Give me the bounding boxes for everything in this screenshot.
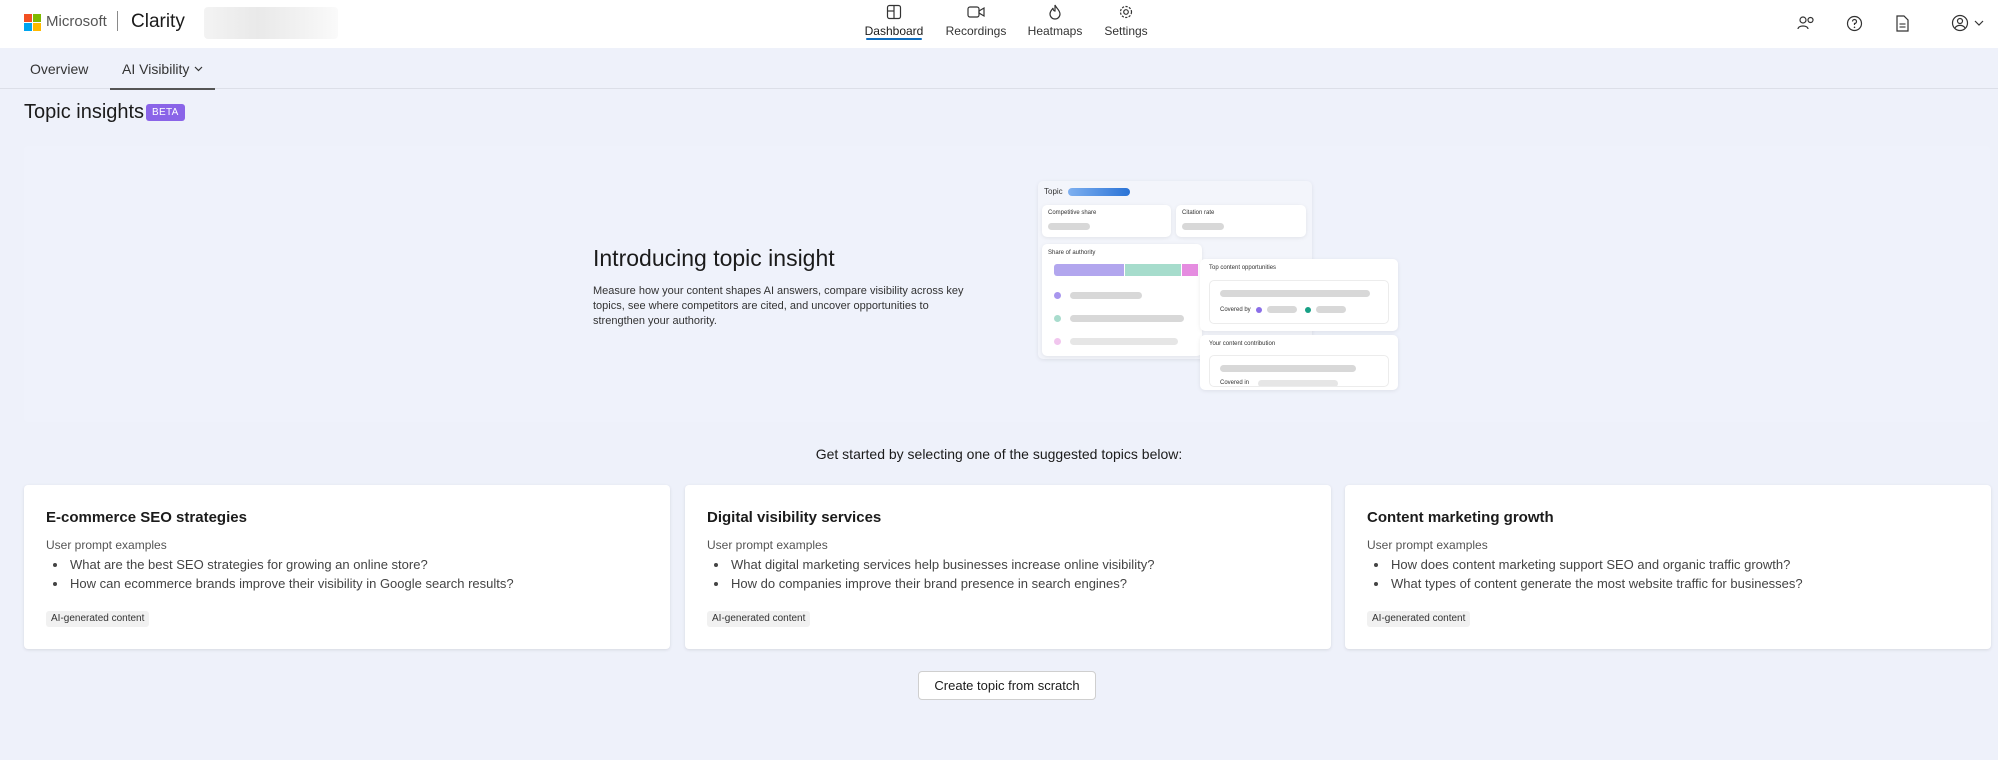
hero-panel [24,146,1990,422]
tab-ai-visibility-label: AI Visibility [122,61,190,77]
microsoft-logo-icon [24,14,41,31]
illus-authority-card: Share of authority [1042,244,1202,356]
sub-tab-bar: Overview AI Visibility [0,49,1998,90]
illus-placeholder-bar [1258,380,1338,386]
video-icon [966,2,986,22]
document-icon[interactable] [1891,12,1913,34]
illus-placeholder-bar [1070,292,1142,299]
nav-heatmaps-label: Heatmaps [1027,24,1083,38]
illus-placeholder-bar [1316,306,1346,313]
topic-card-content-marketing[interactable]: Content marketing growth User prompt exa… [1345,485,1991,649]
illus-authority-label: Share of authority [1048,250,1096,256]
prompt-example: How do companies improve their brand pre… [729,574,1154,593]
active-tab-indicator [866,38,922,40]
topic-card-subtitle: User prompt examples [1367,538,1488,552]
beta-badge: BETA [146,104,185,121]
illus-placeholder-bar [1070,315,1184,322]
prompt-example: How can ecommerce brands improve their v… [68,574,514,593]
active-subtab-indicator [110,88,216,90]
help-icon[interactable] [1843,12,1865,34]
hero-title: Introducing topic insight [593,245,835,271]
illus-competitive-label: Competitive share [1048,210,1097,216]
ai-generated-badge: AI-generated content [1367,611,1471,627]
tab-ai-visibility[interactable]: AI Visibility [110,49,216,90]
hero-description: Measure how your content shapes AI answe… [593,285,964,327]
prompt-list: How does content marketing support SEO a… [1389,555,1803,593]
account-menu[interactable] [1950,12,1986,34]
illus-citation-label: Citation rate [1182,210,1215,216]
nav-dashboard-label: Dashboard [864,24,924,38]
illus-covered-dot [1256,307,1262,313]
prompt-example: What are the best SEO strategies for gro… [68,555,514,574]
illus-share-segment [1182,264,1198,276]
tab-overview[interactable]: Overview [30,49,88,89]
nav-dashboard[interactable]: Dashboard [864,0,924,48]
illus-legend-dot [1054,292,1061,299]
prompt-list: What digital marketing services help bus… [729,555,1154,593]
illus-placeholder-bar [1267,306,1297,313]
illus-opportunity-item: Covered by [1209,280,1389,324]
topic-card-title: Content marketing growth [1367,509,1554,526]
top-bar: Microsoft Clarity Dashboard Recordings H… [0,0,1998,48]
illus-covered-by-label: Covered by [1220,307,1251,313]
dashboard-icon [884,2,904,22]
people-settings-icon[interactable] [1795,12,1817,34]
nav-settings-label: Settings [1104,24,1148,38]
illus-covered-dot [1305,307,1311,313]
topic-card-subtitle: User prompt examples [707,538,828,552]
illus-topic-bar [1068,188,1130,196]
topic-card-ecommerce[interactable]: E-commerce SEO strategies User prompt ex… [24,485,670,649]
illus-contribution-label: Your content contribution [1209,341,1276,347]
illus-placeholder-bar [1220,365,1356,372]
illus-share-segment [1054,264,1124,276]
topic-card-title: E-commerce SEO strategies [46,509,247,526]
get-started-text: Get started by selecting one of the sugg… [815,446,1183,462]
chevron-down-icon [195,66,203,72]
nav-heatmaps[interactable]: Heatmaps [1027,0,1083,48]
nav-recordings-label: Recordings [945,24,1007,38]
prompt-list: What are the best SEO strategies for gro… [68,555,514,593]
illus-placeholder-bar [1048,223,1090,230]
prompt-example: What digital marketing services help bus… [729,555,1154,574]
nav-recordings[interactable]: Recordings [945,0,1007,48]
illus-contribution-item: Covered in [1209,355,1389,387]
brand-divider [117,11,118,31]
illus-citation-card: Citation rate [1176,205,1306,237]
page-title: Topic insights [24,101,145,123]
illus-contribution-card: Your content contribution Covered in [1200,335,1398,390]
gear-icon [1116,2,1136,22]
account-icon [1951,14,1984,32]
ai-generated-badge: AI-generated content [707,611,811,627]
project-selector[interactable] [204,7,338,39]
illus-legend-dot [1054,315,1061,322]
prompt-example: How does content marketing support SEO a… [1389,555,1803,574]
ai-generated-badge: AI-generated content [46,611,150,627]
company-name: Microsoft [46,13,107,30]
illus-legend-dot [1054,338,1061,345]
illus-placeholder-bar [1070,338,1178,345]
flame-icon [1045,2,1065,22]
prompt-example: What types of content generate the most … [1389,574,1803,593]
topic-card-subtitle: User prompt examples [46,538,167,552]
illus-competitive-card: Competitive share [1042,205,1171,237]
product-name[interactable]: Clarity [131,11,185,33]
illus-share-segment [1125,264,1181,276]
illus-opportunities-card: Top content opportunities Covered by [1200,259,1398,331]
illus-placeholder-bar [1220,290,1370,297]
illus-opportunities-label: Top content opportunities [1209,265,1277,271]
illus-placeholder-bar [1182,223,1224,230]
topic-card-title: Digital visibility services [707,509,882,526]
illus-covered-in-label: Covered in [1220,380,1250,386]
create-topic-button[interactable]: Create topic from scratch [918,671,1096,700]
topic-card-digital-visibility[interactable]: Digital visibility services User prompt … [685,485,1331,649]
illus-topic-label: Topic [1044,187,1063,196]
nav-settings[interactable]: Settings [1104,0,1148,48]
